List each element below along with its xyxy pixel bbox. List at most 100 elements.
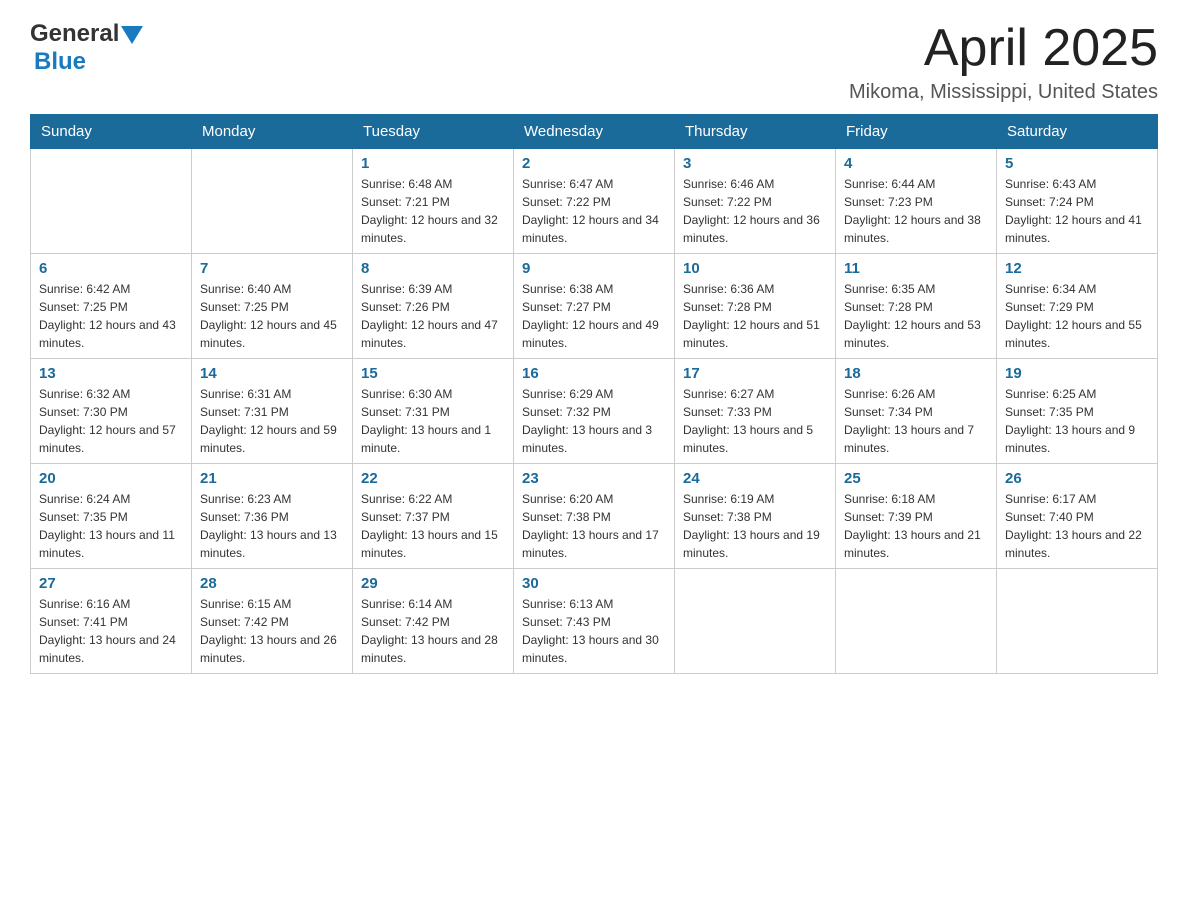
header-cell-tuesday: Tuesday	[353, 115, 514, 149]
calendar-cell: 23 Sunrise: 6:20 AMSunset: 7:38 PMDayligh…	[514, 464, 675, 569]
calendar-cell: 27 Sunrise: 6:16 AMSunset: 7:41 PMDayligh…	[31, 569, 192, 674]
day-info: Sunrise: 6:27 AMSunset: 7:33 PMDaylight:…	[683, 385, 827, 457]
calendar-cell: 28 Sunrise: 6:15 AMSunset: 7:42 PMDayligh…	[192, 569, 353, 674]
logo-blue-text: Blue	[34, 48, 86, 76]
calendar-body: 1 Sunrise: 6:48 AMSunset: 7:21 PMDaylight…	[31, 149, 1158, 674]
calendar-cell: 3Sunrise: 6:46 AMSunset: 7:22 PMDaylight…	[675, 149, 836, 254]
day-info: Sunrise: 6:36 AMSunset: 7:28 PMDaylight:…	[683, 280, 827, 352]
day-number: 20	[39, 470, 183, 487]
calendar-cell	[675, 569, 836, 674]
logo-general-text: General	[30, 20, 119, 48]
calendar-week-2: 6 Sunrise: 6:42 AMSunset: 7:25 PMDaylight…	[31, 254, 1158, 359]
day-number: 17	[683, 365, 827, 382]
day-number: 16	[522, 365, 666, 382]
day-info: Sunrise: 6:32 AMSunset: 7:30 PMDaylight:…	[39, 385, 183, 457]
header-cell-thursday: Thursday	[675, 115, 836, 149]
calendar-cell	[192, 149, 353, 254]
day-info: Sunrise: 6:23 AMSunset: 7:36 PMDaylight:…	[200, 490, 344, 562]
day-info: Sunrise: 6:40 AMSunset: 7:25 PMDaylight:…	[200, 280, 344, 352]
day-number: 27	[39, 575, 183, 592]
day-info: Sunrise: 6:14 AMSunset: 7:42 PMDaylight:…	[361, 595, 505, 667]
calendar-cell: 20 Sunrise: 6:24 AMSunset: 7:35 PMDayligh…	[31, 464, 192, 569]
day-number: 25	[844, 470, 988, 487]
day-info: Sunrise: 6:38 AMSunset: 7:27 PMDaylight:…	[522, 280, 666, 352]
calendar-week-4: 20 Sunrise: 6:24 AMSunset: 7:35 PMDayligh…	[31, 464, 1158, 569]
calendar-cell: 30 Sunrise: 6:13 AMSunset: 7:43 PMDayligh…	[514, 569, 675, 674]
month-title: April 2025	[849, 20, 1158, 77]
calendar-week-3: 13 Sunrise: 6:32 AMSunset: 7:30 PMDayligh…	[31, 359, 1158, 464]
calendar-cell: 9Sunrise: 6:38 AMSunset: 7:27 PMDaylight…	[514, 254, 675, 359]
calendar-cell: 14Sunrise: 6:31 AMSunset: 7:31 PMDayligh…	[192, 359, 353, 464]
header-cell-monday: Monday	[192, 115, 353, 149]
day-number: 24	[683, 470, 827, 487]
calendar-cell: 6 Sunrise: 6:42 AMSunset: 7:25 PMDaylight…	[31, 254, 192, 359]
day-info: Sunrise: 6:15 AMSunset: 7:42 PMDaylight:…	[200, 595, 344, 667]
day-number: 19	[1005, 365, 1149, 382]
day-number: 2	[522, 155, 666, 172]
day-info: Sunrise: 6:48 AMSunset: 7:21 PMDaylight:…	[361, 175, 505, 247]
day-info: Sunrise: 6:26 AMSunset: 7:34 PMDaylight:…	[844, 385, 988, 457]
calendar-cell: 13 Sunrise: 6:32 AMSunset: 7:30 PMDayligh…	[31, 359, 192, 464]
day-number: 7	[200, 260, 344, 277]
day-info: Sunrise: 6:34 AMSunset: 7:29 PMDaylight:…	[1005, 280, 1149, 352]
location-title: Mikoma, Mississippi, United States	[849, 81, 1158, 104]
day-info: Sunrise: 6:35 AMSunset: 7:28 PMDaylight:…	[844, 280, 988, 352]
day-info: Sunrise: 6:18 AMSunset: 7:39 PMDaylight:…	[844, 490, 988, 562]
day-info: Sunrise: 6:24 AMSunset: 7:35 PMDaylight:…	[39, 490, 183, 562]
calendar-table: SundayMondayTuesdayWednesdayThursdayFrid…	[30, 114, 1158, 674]
day-number: 8	[361, 260, 505, 277]
header-cell-friday: Friday	[836, 115, 997, 149]
day-number: 1	[361, 155, 505, 172]
day-info: Sunrise: 6:29 AMSunset: 7:32 PMDaylight:…	[522, 385, 666, 457]
calendar-cell: 22 Sunrise: 6:22 AMSunset: 7:37 PMDayligh…	[353, 464, 514, 569]
day-number: 13	[39, 365, 183, 382]
day-info: Sunrise: 6:16 AMSunset: 7:41 PMDaylight:…	[39, 595, 183, 667]
calendar-cell: 16 Sunrise: 6:29 AMSunset: 7:32 PMDayligh…	[514, 359, 675, 464]
day-info: Sunrise: 6:42 AMSunset: 7:25 PMDaylight:…	[39, 280, 183, 352]
day-number: 12	[1005, 260, 1149, 277]
calendar-cell: 12 Sunrise: 6:34 AMSunset: 7:29 PMDayligh…	[997, 254, 1158, 359]
title-block: April 2025 Mikoma, Mississippi, United S…	[849, 20, 1158, 104]
day-info: Sunrise: 6:39 AMSunset: 7:26 PMDaylight:…	[361, 280, 505, 352]
calendar-cell: 17 Sunrise: 6:27 AMSunset: 7:33 PMDayligh…	[675, 359, 836, 464]
day-info: Sunrise: 6:20 AMSunset: 7:38 PMDaylight:…	[522, 490, 666, 562]
day-number: 4	[844, 155, 988, 172]
page-header: General Blue April 2025 Mikoma, Mississi…	[30, 20, 1158, 104]
day-info: Sunrise: 6:13 AMSunset: 7:43 PMDaylight:…	[522, 595, 666, 667]
calendar-cell: 11 Sunrise: 6:35 AMSunset: 7:28 PMDayligh…	[836, 254, 997, 359]
calendar-cell: 29 Sunrise: 6:14 AMSunset: 7:42 PMDayligh…	[353, 569, 514, 674]
day-info: Sunrise: 6:31 AMSunset: 7:31 PMDaylight:…	[200, 385, 344, 457]
day-number: 28	[200, 575, 344, 592]
day-number: 6	[39, 260, 183, 277]
logo: General Blue	[30, 20, 143, 76]
calendar-cell: 10Sunrise: 6:36 AMSunset: 7:28 PMDayligh…	[675, 254, 836, 359]
day-info: Sunrise: 6:47 AMSunset: 7:22 PMDaylight:…	[522, 175, 666, 247]
calendar-week-5: 27 Sunrise: 6:16 AMSunset: 7:41 PMDayligh…	[31, 569, 1158, 674]
header-cell-wednesday: Wednesday	[514, 115, 675, 149]
day-number: 11	[844, 260, 988, 277]
day-info: Sunrise: 6:30 AMSunset: 7:31 PMDaylight:…	[361, 385, 505, 457]
calendar-cell: 26 Sunrise: 6:17 AMSunset: 7:40 PMDayligh…	[997, 464, 1158, 569]
day-info: Sunrise: 6:22 AMSunset: 7:37 PMDaylight:…	[361, 490, 505, 562]
day-number: 22	[361, 470, 505, 487]
day-number: 26	[1005, 470, 1149, 487]
calendar-cell: 5Sunrise: 6:43 AMSunset: 7:24 PMDaylight…	[997, 149, 1158, 254]
header-row: SundayMondayTuesdayWednesdayThursdayFrid…	[31, 115, 1158, 149]
day-number: 23	[522, 470, 666, 487]
day-number: 3	[683, 155, 827, 172]
day-number: 30	[522, 575, 666, 592]
calendar-week-1: 1 Sunrise: 6:48 AMSunset: 7:21 PMDaylight…	[31, 149, 1158, 254]
calendar-cell: 24Sunrise: 6:19 AMSunset: 7:38 PMDayligh…	[675, 464, 836, 569]
day-number: 18	[844, 365, 988, 382]
calendar-cell: 2 Sunrise: 6:47 AMSunset: 7:22 PMDaylight…	[514, 149, 675, 254]
calendar-cell: 18 Sunrise: 6:26 AMSunset: 7:34 PMDayligh…	[836, 359, 997, 464]
day-number: 21	[200, 470, 344, 487]
day-info: Sunrise: 6:17 AMSunset: 7:40 PMDaylight:…	[1005, 490, 1149, 562]
logo-triangle-icon	[121, 26, 143, 44]
calendar-cell: 4 Sunrise: 6:44 AMSunset: 7:23 PMDaylight…	[836, 149, 997, 254]
calendar-header: SundayMondayTuesdayWednesdayThursdayFrid…	[31, 115, 1158, 149]
day-info: Sunrise: 6:44 AMSunset: 7:23 PMDaylight:…	[844, 175, 988, 247]
day-number: 29	[361, 575, 505, 592]
calendar-cell: 7 Sunrise: 6:40 AMSunset: 7:25 PMDaylight…	[192, 254, 353, 359]
day-number: 15	[361, 365, 505, 382]
